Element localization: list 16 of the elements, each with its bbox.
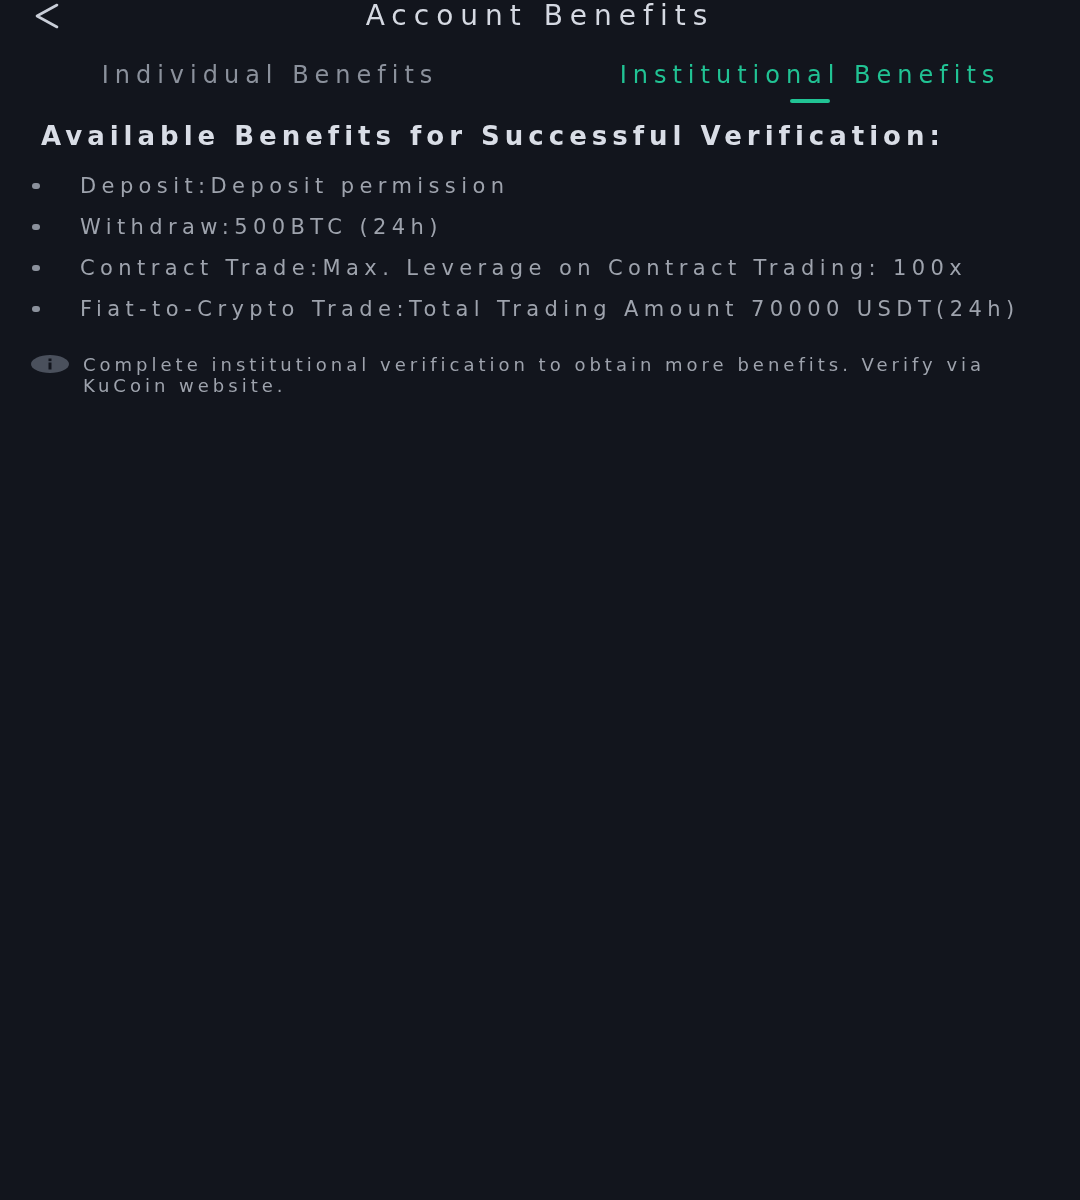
bullet-icon	[32, 264, 40, 271]
tab[interactable]: Institutional Benefits	[540, 56, 1080, 103]
benefit-item: Fiat-to-Crypto Trade:Total Trading Amount 70000 USDT(24h)	[80, 295, 1020, 323]
benefit-item: Contract Trade:Max. Leverage on Contract Trading: 100x	[80, 254, 968, 282]
benefit-item: Withdraw:500BTC (24h)	[80, 213, 443, 241]
benefit-item: Deposit:Deposit permission	[80, 172, 510, 200]
back-chevron-icon	[33, 3, 59, 29]
page-title: Account Benefits	[365, 0, 715, 32]
info-icon	[31, 355, 69, 373]
verification-note: Complete institutional verification to obtain more benefits. Verify via KuCoin website.	[83, 354, 987, 396]
section-heading: Available Benefits for Successful Verification:	[41, 120, 946, 153]
bullet-icon	[32, 223, 40, 230]
active-tab-indicator	[790, 99, 830, 103]
bullet-icon	[32, 305, 40, 312]
tab[interactable]: Individual Benefits	[0, 56, 540, 103]
bullet-icon	[32, 182, 40, 189]
